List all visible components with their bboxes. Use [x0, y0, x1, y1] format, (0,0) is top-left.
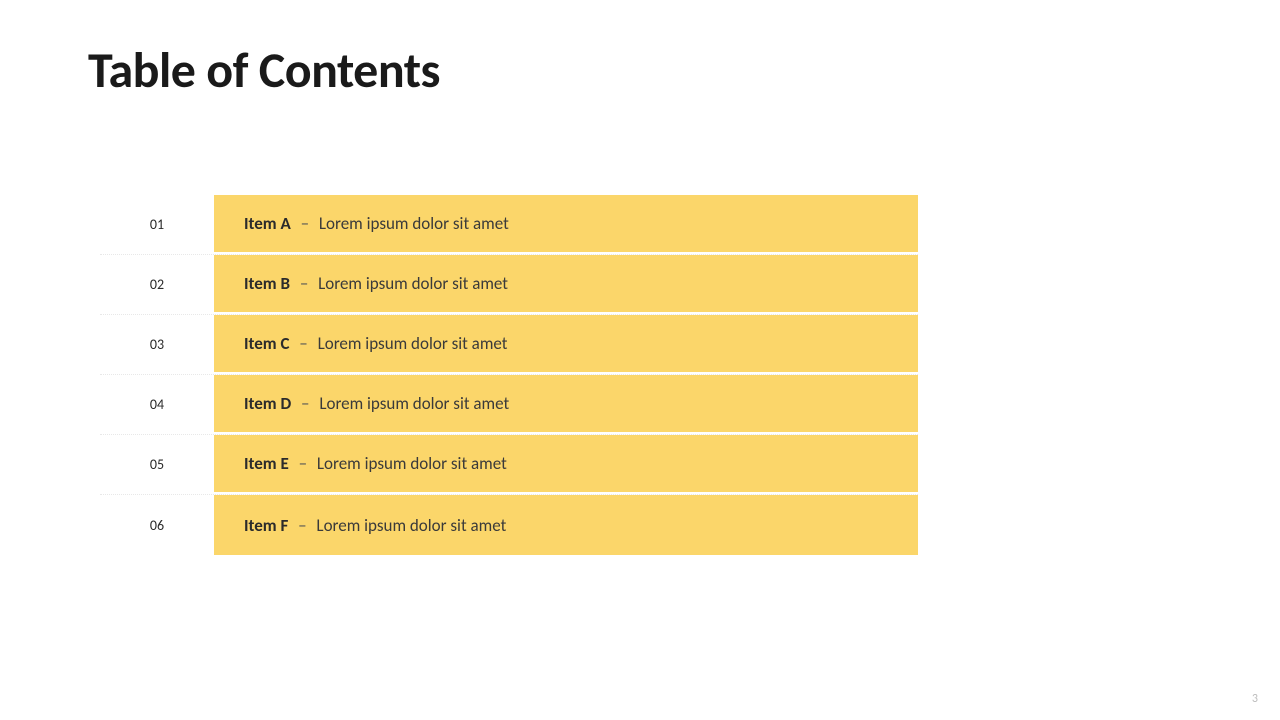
toc-number: 06	[100, 495, 214, 555]
toc-item-name: Item F	[244, 515, 288, 536]
toc-number: 04	[100, 375, 214, 434]
toc-item-desc: Lorem ipsum dolor sit amet	[318, 333, 508, 354]
toc-separator: –	[294, 515, 310, 536]
toc-separator: –	[297, 393, 313, 414]
toc-row: 05 Item E – Lorem ipsum dolor sit amet	[100, 435, 918, 495]
toc-row: 02 Item B – Lorem ipsum dolor sit amet	[100, 255, 918, 315]
toc-row: 03 Item C – Lorem ipsum dolor sit amet	[100, 315, 918, 375]
toc-item-desc: Lorem ipsum dolor sit amet	[317, 453, 507, 474]
toc-number: 02	[100, 255, 214, 314]
toc-row: 06 Item F – Lorem ipsum dolor sit amet	[100, 495, 918, 555]
toc-bar: Item C – Lorem ipsum dolor sit amet	[214, 315, 918, 374]
toc-bar: Item D – Lorem ipsum dolor sit amet	[214, 375, 918, 434]
toc-row: 01 Item A – Lorem ipsum dolor sit amet	[100, 195, 918, 255]
toc-row: 04 Item D – Lorem ipsum dolor sit amet	[100, 375, 918, 435]
toc-item-desc: Lorem ipsum dolor sit amet	[318, 273, 508, 294]
toc-item-desc: Lorem ipsum dolor sit amet	[319, 213, 509, 234]
toc-item-name: Item D	[244, 393, 291, 414]
toc-item-name: Item C	[244, 333, 289, 354]
slide-title: Table of Contents	[88, 40, 440, 101]
toc-number: 03	[100, 315, 214, 374]
toc-bar: Item A – Lorem ipsum dolor sit amet	[214, 195, 918, 254]
toc-item-desc: Lorem ipsum dolor sit amet	[319, 393, 509, 414]
toc-item-name: Item B	[244, 273, 290, 294]
toc-item-name: Item E	[244, 453, 289, 474]
toc-bar: Item B – Lorem ipsum dolor sit amet	[214, 255, 918, 314]
toc-bar: Item F – Lorem ipsum dolor sit amet	[214, 495, 918, 555]
table-of-contents: 01 Item A – Lorem ipsum dolor sit amet 0…	[100, 195, 918, 555]
toc-bar: Item E – Lorem ipsum dolor sit amet	[214, 435, 918, 494]
toc-separator: –	[295, 333, 311, 354]
toc-number: 01	[100, 195, 214, 254]
toc-item-name: Item A	[244, 213, 291, 234]
toc-item-desc: Lorem ipsum dolor sit amet	[316, 515, 506, 536]
toc-separator: –	[297, 213, 313, 234]
toc-separator: –	[295, 453, 311, 474]
page-number: 3	[1252, 692, 1258, 706]
toc-number: 05	[100, 435, 214, 494]
toc-separator: –	[296, 273, 312, 294]
